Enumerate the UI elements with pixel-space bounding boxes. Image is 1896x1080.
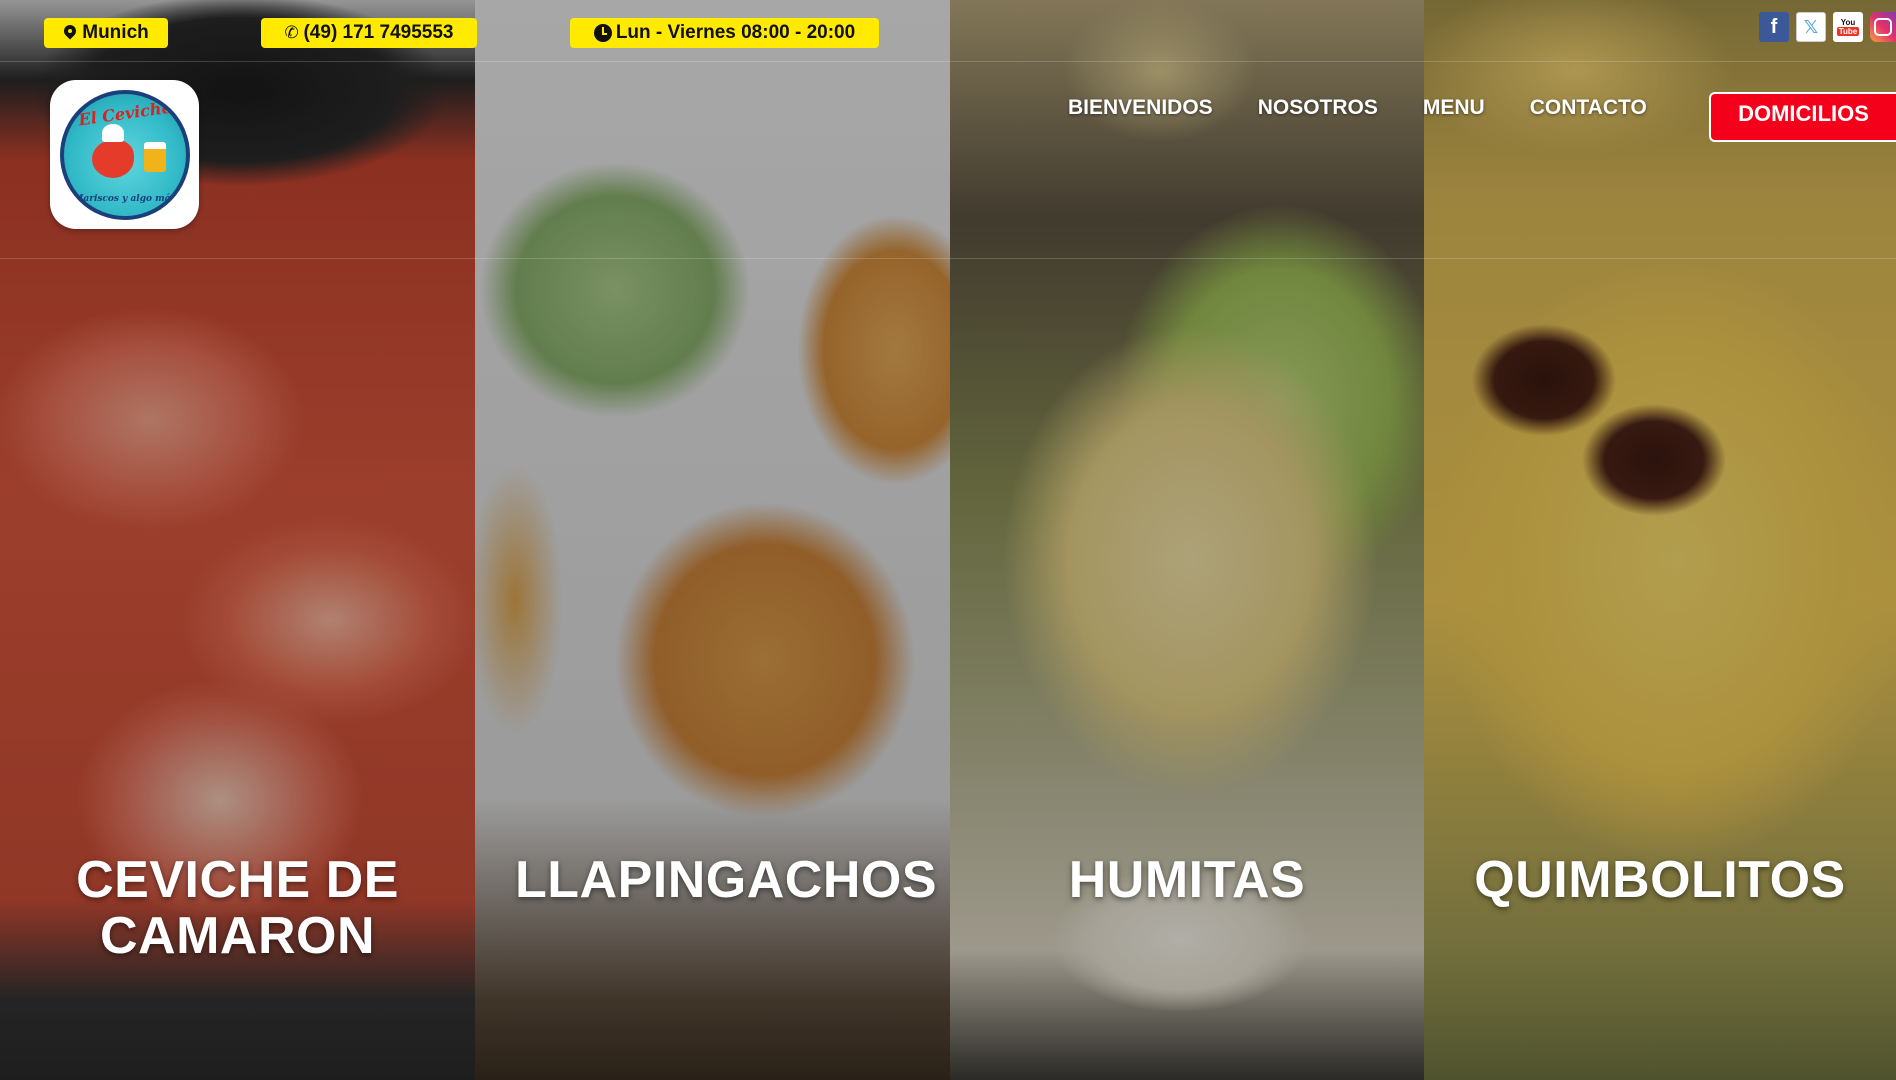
hours-text: Lun - Viernes 08:00 - 20:00 [615,22,856,43]
chef-hat-icon [101,123,124,142]
header-divider [0,258,1896,259]
location-badge[interactable]: Munich [44,18,168,48]
dish-title: HUMITAS [1068,851,1306,909]
nav-menu[interactable]: MENU [1423,96,1485,120]
main-nav: BIENVENIDOS NOSOTROS MENU CONTACTO [1068,96,1692,120]
logo-name: El Ceviche [76,97,173,129]
nav-bienvenidos[interactable]: BIENVENIDOS [1068,96,1213,120]
facebook-icon[interactable]: f [1759,12,1789,42]
beer-mug-icon [143,141,166,172]
site-logo[interactable]: El Ceviche Mariscos y algo más [50,80,199,229]
hours-badge: Lun - Viernes 08:00 - 20:00 [570,18,879,48]
shrimp-mascot-icon [91,139,134,178]
dish-panel-llapingachos[interactable]: LLAPINGACHOS [475,0,950,1080]
dish-panel-quimbolitos[interactable]: QUIMBOLITOS [1424,0,1896,1080]
dish-title: CEVICHE DE CAMARON [76,851,399,965]
dish-slider: CEVICHE DE CAMARON LLAPINGACHOS HUMITAS … [0,0,1896,1080]
nav-nosotros[interactable]: NOSOTROS [1258,96,1378,120]
social-links: f 𝕏 You Tube [1759,12,1896,42]
logo-tagline: Mariscos y algo más [73,193,176,204]
logo-emblem: El Ceviche Mariscos y algo más [59,89,190,220]
clock-icon [593,24,612,42]
nav-contacto[interactable]: CONTACTO [1530,96,1647,120]
youtube-icon[interactable]: You Tube [1833,12,1863,42]
dish-panel-humitas[interactable]: HUMITAS [950,0,1424,1080]
contact-bar: Munich ✆ (49) 171 7495553 Lun - Viernes … [0,0,1896,62]
instagram-icon[interactable] [1870,12,1896,42]
map-pin-icon [63,25,78,41]
dish-title: LLAPINGACHOS [515,851,937,909]
domicilios-button[interactable]: DOMICILIOS [1709,92,1896,142]
x-twitter-icon[interactable]: 𝕏 [1796,12,1826,42]
phone-badge[interactable]: ✆ (49) 171 7495553 [261,18,477,48]
phone-icon: ✆ [284,23,299,42]
location-text: Munich [82,22,149,43]
phone-text: (49) 171 7495553 [303,22,454,43]
dish-title: QUIMBOLITOS [1474,851,1846,909]
